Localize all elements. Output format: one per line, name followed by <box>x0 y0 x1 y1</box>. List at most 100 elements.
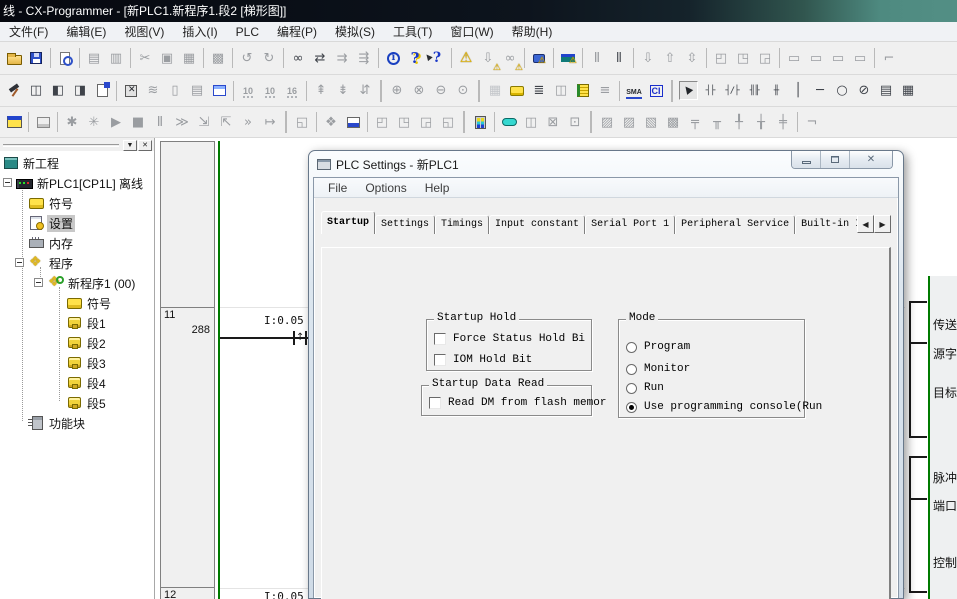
menu-item-1[interactable]: 文件(F) <box>0 22 57 42</box>
select-mode-button[interactable] <box>677 80 699 102</box>
replace-bit-button[interactable]: ⇶ <box>353 47 375 69</box>
tab-built-in-input[interactable]: Built-in Input <box>795 215 861 234</box>
online-edit-button[interactable]: ◱ <box>291 111 313 133</box>
view-symbols-button[interactable]: ◧ <box>47 80 69 102</box>
step-in-button[interactable]: ⇲ <box>193 111 215 133</box>
help-button[interactable] <box>404 47 426 69</box>
data-trace-button[interactable]: ◫ <box>520 111 542 133</box>
new-contact-button[interactable]: ┤├ <box>699 80 721 102</box>
radio-button[interactable] <box>626 383 637 394</box>
reset-bit-button[interactable]: ▨ <box>618 111 640 133</box>
print-button[interactable]: ▤ <box>83 47 105 69</box>
new-horizontal-button[interactable]: ─ <box>809 80 831 102</box>
contact-operand[interactable]: I:0.05 <box>264 590 304 599</box>
checkbox[interactable] <box>434 354 446 366</box>
auto-online-button[interactable]: ✳ <box>83 111 105 133</box>
menu-item-5[interactable]: PLC <box>227 22 268 42</box>
replace-button[interactable]: ⇄ <box>309 47 331 69</box>
toggle-output-window-button[interactable] <box>32 111 54 133</box>
pause-monitor-button[interactable]: Ⅱ <box>149 111 171 133</box>
plc-info-button[interactable] <box>382 47 404 69</box>
find-bit-button[interactable]: ⇉ <box>331 47 353 69</box>
tree-item-11[interactable]: 段3 <box>0 353 154 373</box>
tab-settings[interactable]: Settings <box>375 215 435 234</box>
differentiate-down-button[interactable]: ╥ <box>706 111 728 133</box>
monitor-mode-button[interactable]: ▭ <box>827 47 849 69</box>
view-settings-button[interactable] <box>91 80 113 102</box>
monitor-pairs-button[interactable]: ◫ <box>550 80 572 102</box>
radio-use-programming-console-run[interactable]: Use programming console(Run <box>626 400 822 414</box>
step-run-button[interactable]: ≫ <box>171 111 193 133</box>
new-closed-or-contact-button[interactable]: ╫ <box>765 80 787 102</box>
force-refresh-button[interactable]: ⇵ <box>354 80 376 102</box>
continuous-step-button[interactable]: » <box>237 111 259 133</box>
transfer-options-button[interactable] <box>342 111 364 133</box>
immediate-refresh-button[interactable]: ╀ <box>728 111 750 133</box>
menu-item-3[interactable]: 视图(V) <box>115 22 173 42</box>
differentiate-up-button[interactable]: ╤ <box>684 111 706 133</box>
radio-button[interactable] <box>626 364 637 375</box>
minimize-button[interactable] <box>792 151 821 168</box>
menu-item-2[interactable]: 编辑(E) <box>57 22 115 42</box>
set-bit-button[interactable]: ▨ <box>596 111 618 133</box>
cancel-online-edit-button[interactable]: ◳ <box>393 111 415 133</box>
checkbox-iom-hold-bit[interactable]: IOM Hold Bit <box>434 353 532 367</box>
checkbox[interactable] <box>429 397 441 409</box>
address-reference-button[interactable]: ≋ <box>142 80 164 102</box>
tab-scroll-right-button[interactable]: ▶ <box>874 215 891 233</box>
force-off-button[interactable]: ▩ <box>662 111 684 133</box>
differential-trace-button[interactable]: ⌐ <box>878 47 900 69</box>
redo-button[interactable]: ↻ <box>258 47 280 69</box>
print-preview-button[interactable]: ▥ <box>105 47 127 69</box>
tab-input-constant[interactable]: Input constant <box>489 215 585 234</box>
paste-cells-button[interactable]: ▩ <box>207 47 229 69</box>
toggle-grid-button[interactable]: ▦ <box>484 80 506 102</box>
copy-button[interactable]: ▣ <box>156 47 178 69</box>
paste-button[interactable]: ▦ <box>178 47 200 69</box>
radio-monitor[interactable]: Monitor <box>626 362 690 376</box>
set-value-button[interactable]: ⇞ <box>310 80 332 102</box>
tree-item-1[interactable]: 新工程 <box>0 153 154 173</box>
debug-mode-button[interactable]: ▭ <box>805 47 827 69</box>
menu-item-8[interactable]: 工具(T) <box>384 22 441 42</box>
chevron-down-icon[interactable]: ▼ <box>123 140 137 151</box>
tree-item-9[interactable]: 段1 <box>0 313 154 333</box>
tree-item-10[interactable]: 段2 <box>0 333 154 353</box>
checkbox-force-status-hold-bi[interactable]: Force Status Hold Bi <box>434 332 585 346</box>
monitor-decimal-button[interactable] <box>237 80 259 102</box>
run-mode-button[interactable]: ▭ <box>849 47 871 69</box>
address-tool-button[interactable] <box>208 80 230 102</box>
transfer-from-plc-button[interactable]: ⇧ <box>659 47 681 69</box>
tree-item-4[interactable]: 设置 <box>0 213 154 233</box>
menu-item-10[interactable]: 帮助(H) <box>503 22 562 42</box>
find-error-button[interactable]: ∞ <box>499 47 521 69</box>
tab-timings[interactable]: Timings <box>435 215 489 234</box>
checkbox-read-dm-from-flash-memor[interactable]: Read DM from flash memor <box>429 396 606 410</box>
differential-monitor-button[interactable] <box>498 111 520 133</box>
time-chart-button[interactable]: ⊠ <box>542 111 564 133</box>
scan-run-button[interactable]: ↦ <box>259 111 281 133</box>
new-closed-contact-button[interactable]: ┤/├ <box>721 80 743 102</box>
program-mode-button[interactable]: ▭ <box>783 47 805 69</box>
drag-handle[interactable] <box>3 144 119 147</box>
view-mnemonics-button[interactable]: ◫ <box>25 80 47 102</box>
menu-item-9[interactable]: 窗口(W) <box>441 22 502 42</box>
view-ladder-button[interactable] <box>3 80 25 102</box>
radio-run[interactable]: Run <box>626 381 664 395</box>
menu-item-7[interactable]: 模拟(S) <box>326 22 384 42</box>
release-online-edit-button[interactable]: ◱ <box>437 111 459 133</box>
tree-item-14[interactable]: 功能块 <box>0 413 154 433</box>
contact-operand[interactable]: I:0.05 <box>264 314 304 327</box>
transfer-to-plc-button[interactable]: ⇩ <box>637 47 659 69</box>
stop-button[interactable]: ■ <box>127 111 149 133</box>
show-sections-button[interactable] <box>572 80 594 102</box>
new-vertical-button[interactable]: │ <box>787 80 809 102</box>
compile-all-programs-button[interactable]: ❖ <box>320 111 342 133</box>
collapse-icon[interactable] <box>3 178 12 187</box>
show-symbol-bar-button[interactable] <box>506 80 528 102</box>
toggle-project-workspace-button[interactable] <box>3 111 25 133</box>
plc-clock-button[interactable] <box>469 111 491 133</box>
zoom-out-button[interactable]: ⊖ <box>430 80 452 102</box>
cross-reference-button[interactable] <box>120 80 142 102</box>
tree-item-7[interactable]: 新程序1 (00) <box>0 273 154 293</box>
